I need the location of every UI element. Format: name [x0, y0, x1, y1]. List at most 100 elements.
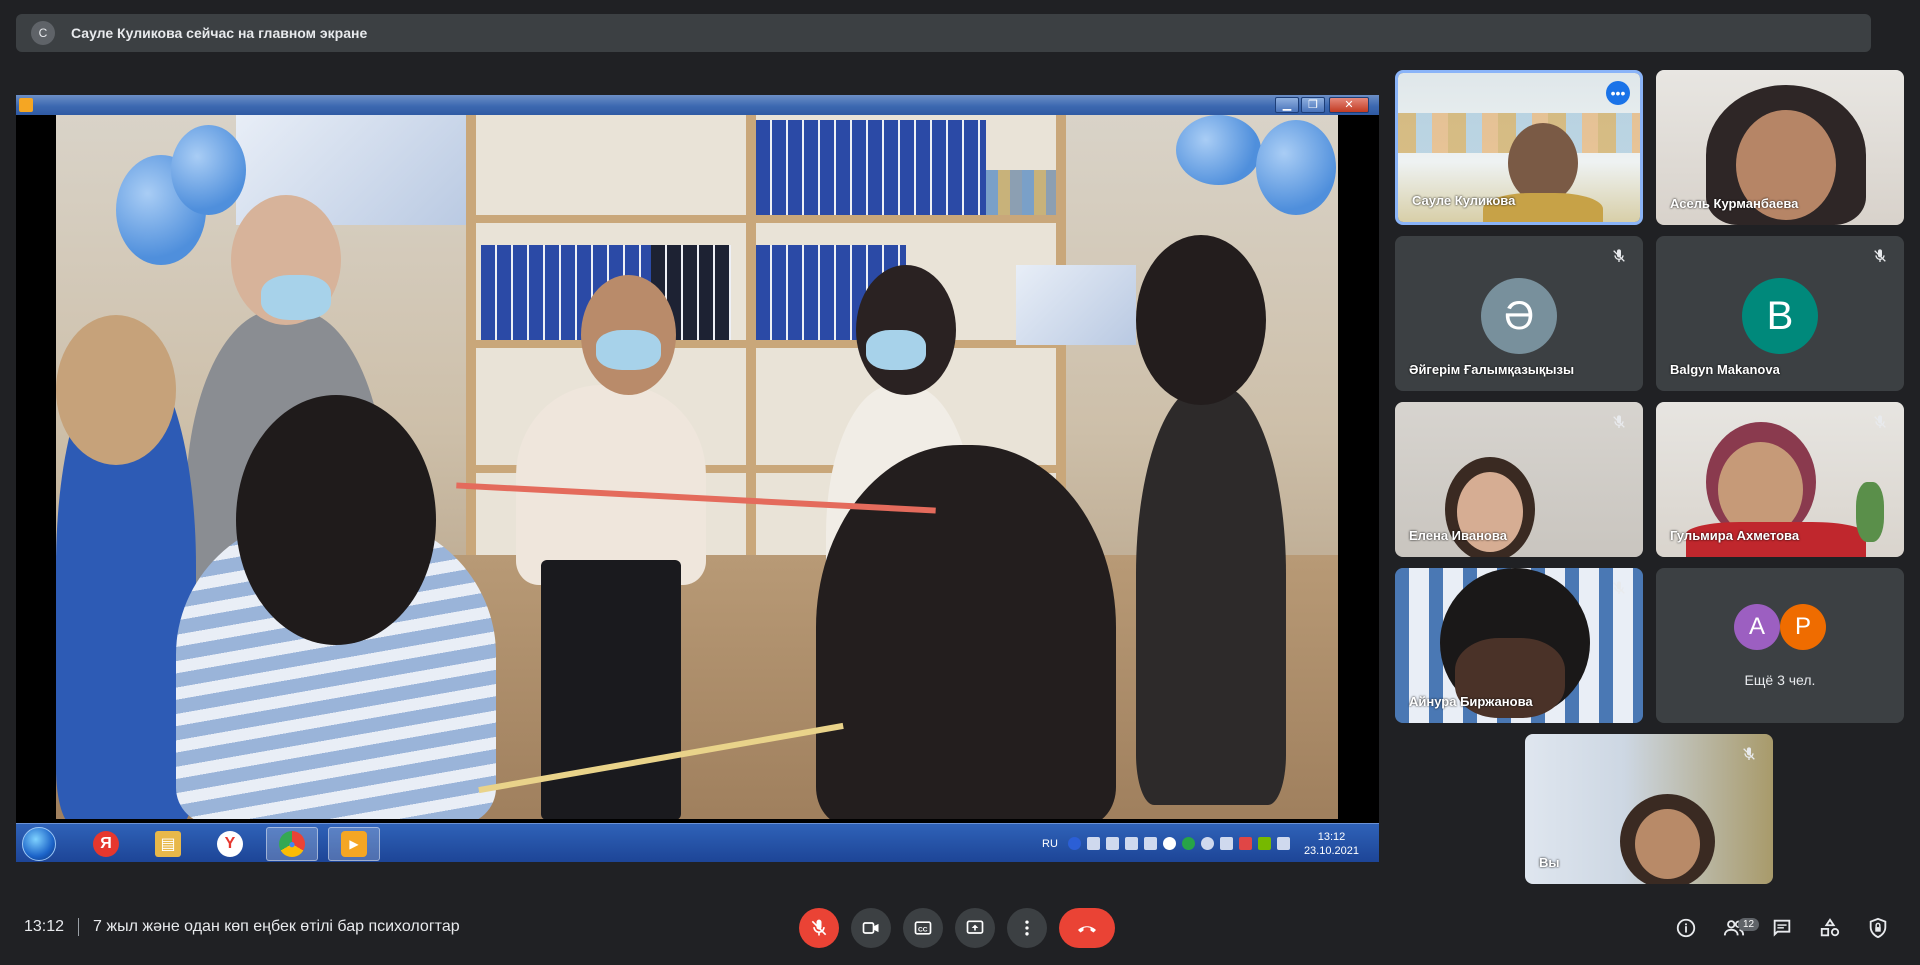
self-view-tile[interactable]: Вы [1525, 734, 1773, 884]
flag-icon[interactable] [1238, 837, 1252, 850]
participant-avatar: A [1734, 604, 1780, 650]
participant-name: Елена Иванова [1409, 528, 1507, 543]
plant [1856, 482, 1884, 542]
help-icon[interactable] [1067, 837, 1081, 850]
shelf-poster [1016, 265, 1136, 345]
shared-video-frame [56, 115, 1338, 819]
taskbar-app-file-explorer[interactable]: ▤ [142, 827, 194, 861]
more-participants-tile[interactable]: A P Ещё 3 чел. [1656, 568, 1904, 723]
chrome-tray-icon[interactable] [1200, 837, 1214, 850]
usb-icon[interactable] [1219, 837, 1233, 850]
mic-off-icon [1609, 412, 1629, 432]
mic-off-icon [1739, 744, 1759, 764]
participant-tile[interactable]: Ә Әйгерім Ғалымқазықызы [1395, 236, 1643, 391]
language-indicator[interactable]: RU [1042, 838, 1058, 850]
more-participants-label: Ещё 3 чел. [1744, 672, 1816, 688]
taskbar-app-yandex-browser[interactable]: Я [80, 827, 132, 861]
shelf-post [746, 115, 756, 555]
media-player-icon [19, 98, 33, 112]
meeting-title: 7 жыл және одан көп еңбек өтілі бар псих… [93, 918, 460, 935]
shared-screen: ▁ ❐ ✕ Я ▤ Y ● ▶ RU 13:12 23.10.2021 [16, 95, 1379, 862]
camera-icon [862, 922, 879, 934]
person-dark-vest [1136, 385, 1286, 805]
balloon [171, 125, 246, 215]
participant-name: Әйгерім Ғалымқазықызы [1409, 362, 1575, 377]
host-controls-button[interactable] [1858, 908, 1898, 948]
captions-button[interactable]: CC [903, 908, 943, 948]
leave-call-button[interactable] [1059, 908, 1115, 948]
participant-name: Гульмира Ахметова [1670, 528, 1800, 543]
taskbar-app-media-player[interactable]: ▶ [328, 827, 380, 861]
yandex-tray-icon[interactable] [1162, 837, 1176, 850]
shelf-board [466, 340, 1066, 348]
chrome-icon: ● [279, 831, 305, 857]
participant-tile[interactable]: Гульмира Ахметова [1656, 402, 1904, 557]
person-head [56, 315, 176, 465]
maximize-button[interactable]: ❐ [1301, 97, 1325, 113]
participant-tile[interactable]: ••• Сауле Куликова [1395, 70, 1643, 225]
tray-icons [1067, 837, 1290, 850]
balloon [1256, 120, 1336, 215]
network-icon[interactable] [1086, 837, 1100, 850]
participant-name: Balgyn Makanova [1670, 362, 1780, 377]
nvidia-icon[interactable] [1257, 837, 1271, 850]
present-icon [966, 920, 984, 934]
participant-avatar: P [1780, 604, 1826, 650]
present-screen-button[interactable] [955, 908, 995, 948]
media-player-icon: ▶ [341, 831, 367, 857]
shield-lock-icon [1869, 917, 1887, 939]
participant-tile[interactable]: Елена Иванова [1395, 402, 1643, 557]
volume-icon[interactable] [1143, 837, 1157, 850]
mic-off-icon [1870, 246, 1890, 266]
meeting-time: 13:12 [24, 918, 65, 935]
shield-icon[interactable] [1181, 837, 1195, 850]
start-button[interactable] [22, 827, 56, 861]
participant-name: Асель Курманбаева [1670, 196, 1799, 211]
device-icon[interactable] [1124, 837, 1138, 850]
clock-date: 23.10.2021 [1303, 844, 1359, 857]
participant-name: Сауле Куликова [1412, 193, 1516, 208]
taskbar-app-chrome[interactable]: ● [266, 827, 318, 861]
meeting-controls-bar: 13:12 7 жыл және одан көп еңбек өтілі ба… [0, 890, 1920, 965]
person-cream-sweater [516, 385, 706, 585]
participant-tile[interactable]: Асель Курманбаева [1656, 70, 1904, 225]
self-name: Вы [1539, 855, 1560, 870]
activities-icon [1820, 918, 1840, 937]
display-icon[interactable] [1105, 837, 1119, 850]
signal-icon[interactable] [1276, 837, 1290, 850]
system-clock[interactable]: 13:12 23.10.2021 [1304, 830, 1359, 858]
people-count-badge: 12 [1738, 918, 1760, 931]
participant-face [1508, 123, 1578, 203]
taskbar-app-yandex[interactable]: Y [204, 827, 256, 861]
more-options-icon[interactable]: ••• [1606, 81, 1630, 105]
presenter-avatar: С [31, 21, 55, 45]
face-mask [596, 330, 661, 370]
mic-off-icon [811, 919, 827, 936]
player-titlebar: ▁ ❐ ✕ [16, 95, 1379, 115]
camera-toggle-button[interactable] [851, 908, 891, 948]
binders-row [756, 120, 986, 215]
system-tray: RU 13:12 23.10.2021 [1042, 824, 1359, 862]
chat-icon [1773, 919, 1791, 937]
microphone-toggle-button[interactable] [799, 908, 839, 948]
mic-off-icon [1870, 412, 1890, 432]
svg-text:CC: CC [918, 926, 928, 933]
minimize-button[interactable]: ▁ [1275, 97, 1299, 113]
mic-off-icon [1609, 578, 1629, 598]
hang-up-icon [1078, 926, 1096, 933]
people-button[interactable]: 12 [1714, 908, 1760, 948]
presenting-text: Сауле Куликова сейчас на главном экране [71, 25, 368, 41]
activities-button[interactable] [1810, 908, 1850, 948]
participant-tile[interactable]: B Balgyn Makanova [1656, 236, 1904, 391]
participant-avatar: Ә [1481, 278, 1557, 354]
participant-tile[interactable]: Айнура Биржанова [1395, 568, 1643, 723]
captions-icon: CC [914, 921, 932, 935]
balloon [1176, 115, 1261, 185]
mic-off-icon [1609, 246, 1629, 266]
more-options-button[interactable] [1007, 908, 1047, 948]
meeting-details-button[interactable] [1666, 908, 1706, 948]
person-long-hair [816, 445, 1116, 819]
person-hair [1136, 235, 1266, 405]
chat-button[interactable] [1762, 908, 1802, 948]
close-window-button[interactable]: ✕ [1329, 97, 1369, 113]
